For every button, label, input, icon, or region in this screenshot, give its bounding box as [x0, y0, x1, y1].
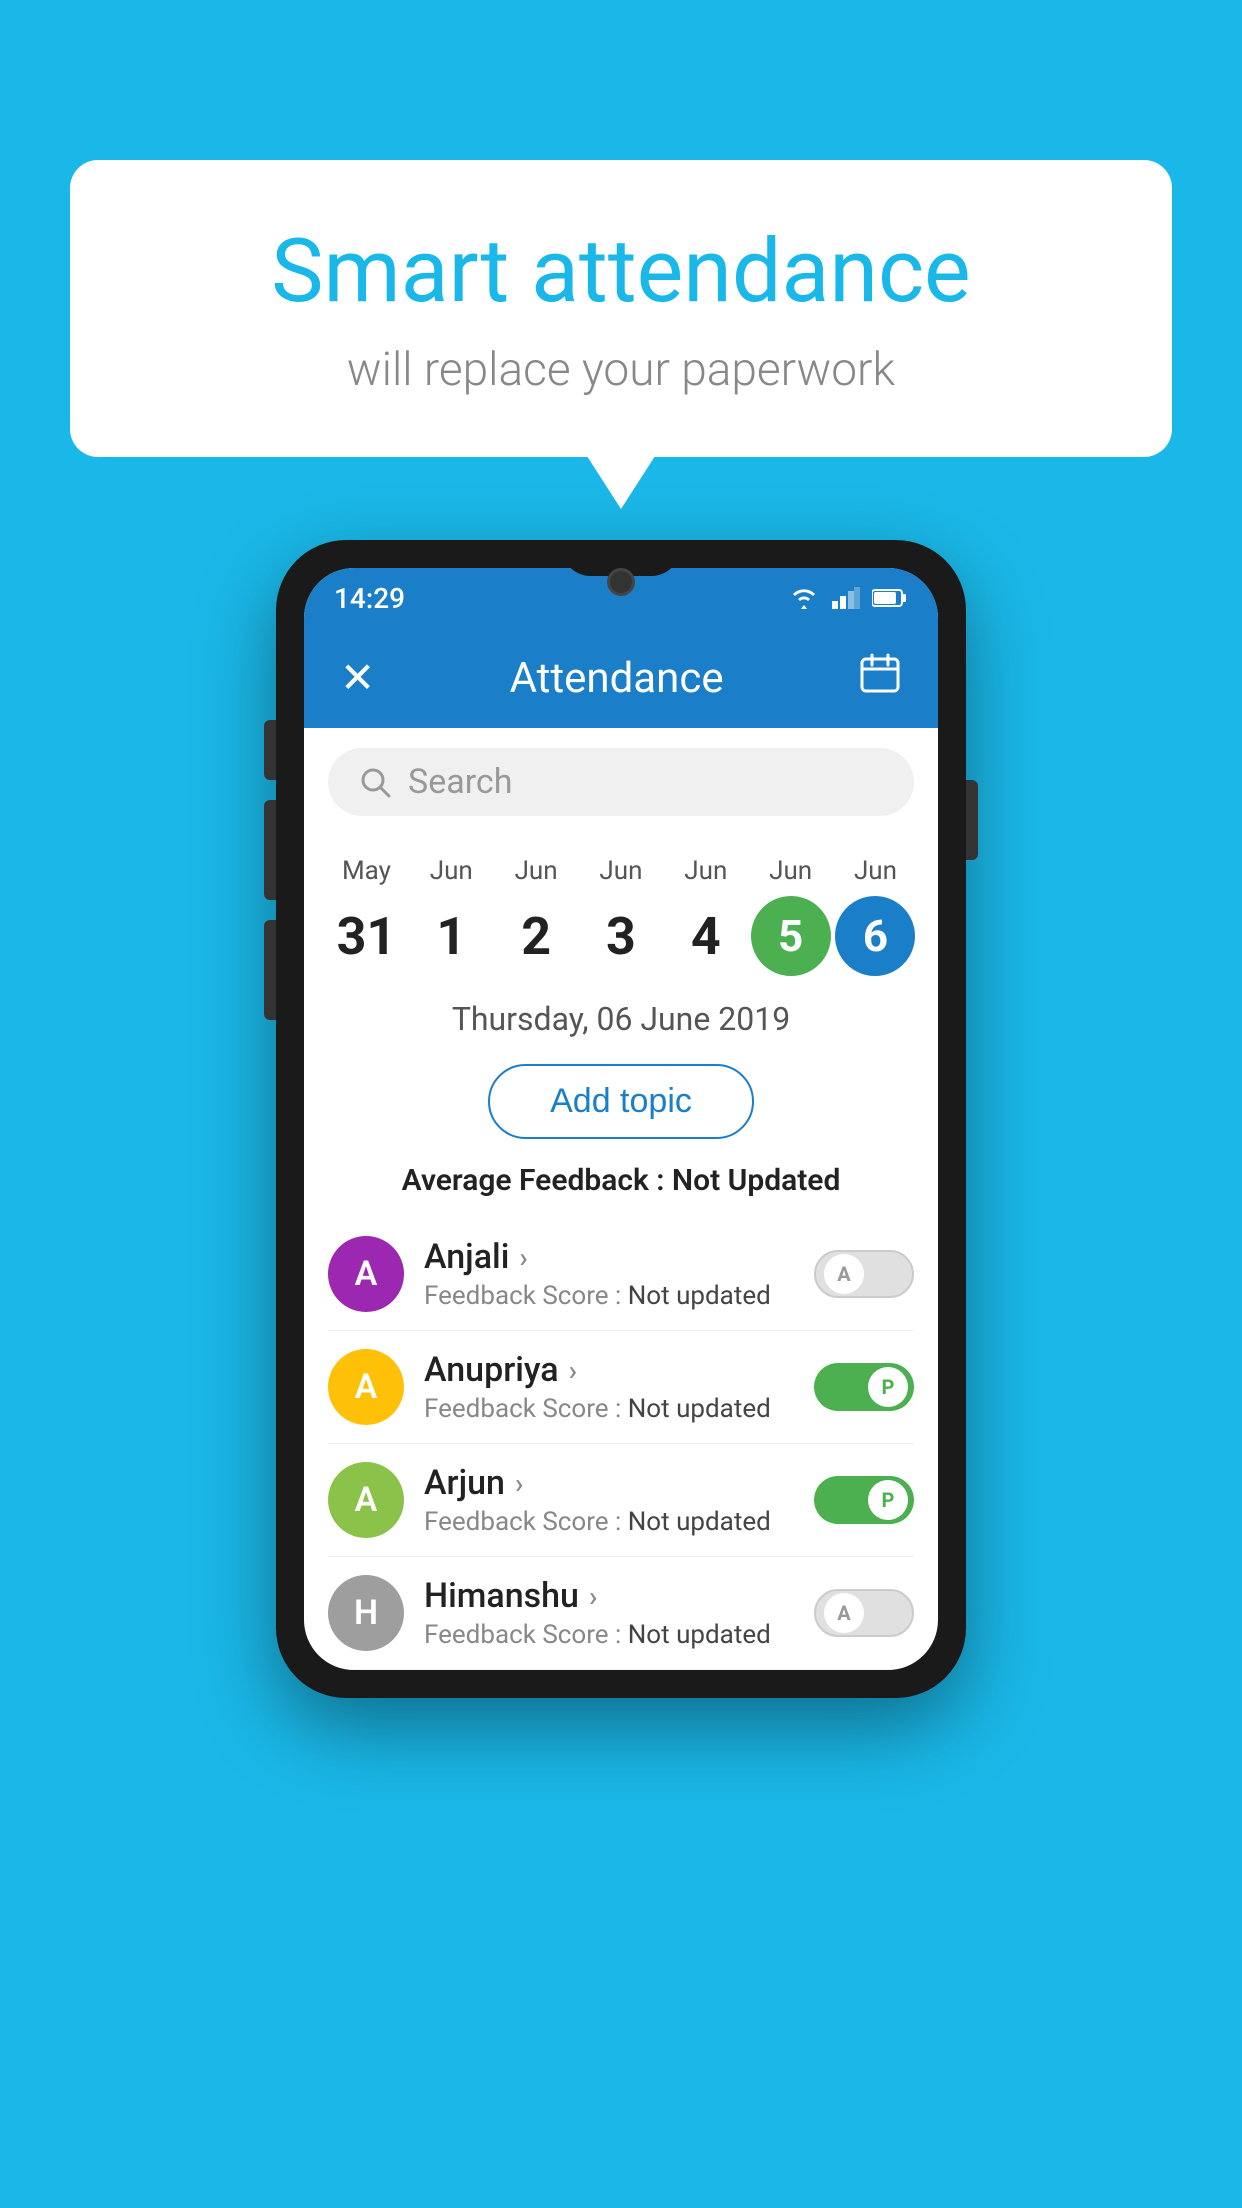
cal-date-6: 6: [835, 896, 915, 976]
student-item-2[interactable]: A Arjun › Feedback Score : Not updated P: [328, 1444, 914, 1557]
toggle-knob-2: P: [868, 1480, 908, 1520]
avg-feedback: Average Feedback : Not Updated: [304, 1159, 938, 1218]
calendar-day-1[interactable]: Jun 1: [411, 856, 491, 976]
cal-date-3: 3: [581, 896, 661, 976]
avg-feedback-label: Average Feedback :: [402, 1163, 665, 1198]
student-avatar-1: A: [328, 1349, 404, 1425]
student-score-1: Feedback Score : Not updated: [424, 1394, 794, 1424]
toggle-knob-1: P: [868, 1367, 908, 1407]
speech-bubble-container: Smart attendance will replace your paper…: [70, 160, 1172, 457]
student-score-0: Feedback Score : Not updated: [424, 1281, 794, 1311]
search-placeholder: Search: [408, 762, 512, 802]
cal-date-0: 31: [326, 896, 406, 976]
student-info-3: Himanshu › Feedback Score : Not updated: [424, 1576, 794, 1650]
cal-month-2: Jun: [515, 856, 558, 886]
score-value-0: Not updated: [628, 1281, 771, 1311]
avg-feedback-value: Not Updated: [672, 1163, 840, 1198]
app-bar-title: Attendance: [510, 654, 724, 703]
calendar-day-3[interactable]: Jun 3: [581, 856, 661, 976]
student-info-0: Anjali › Feedback Score : Not updated: [424, 1237, 794, 1311]
calendar-day-0[interactable]: May 31: [326, 856, 406, 976]
student-list: AAnjali ›Feedback Score : Not updatedAAA…: [304, 1218, 938, 1670]
cal-date-2: 2: [496, 896, 576, 976]
student-score-2: Feedback Score : Not updated: [424, 1507, 794, 1537]
chevron-icon-1: ›: [569, 1354, 577, 1387]
calendar-button[interactable]: [858, 651, 902, 706]
cal-month-1: Jun: [430, 856, 473, 886]
phone-frame: 14:29: [276, 540, 966, 1698]
cal-date-4: 4: [666, 896, 746, 976]
student-avatar-0: A: [328, 1236, 404, 1312]
speech-bubble-title: Smart attendance: [150, 220, 1092, 323]
student-name-2: Arjun ›: [424, 1463, 794, 1503]
student-score-3: Feedback Score : Not updated: [424, 1620, 794, 1650]
student-item-1[interactable]: A Anupriya › Feedback Score : Not updated P: [328, 1331, 914, 1444]
student-avatar-3: H: [328, 1575, 404, 1651]
score-value-3: Not updated: [628, 1620, 771, 1650]
chevron-icon-2: ›: [515, 1467, 523, 1500]
cal-date-1: 1: [411, 896, 491, 976]
calendar-strip: May 31 Jun 1 Jun 2 Jun 3 Jun 4 Jun 5 Jun 6: [304, 836, 938, 976]
battery-icon: [872, 588, 908, 608]
calendar-day-4[interactable]: Jun 4: [666, 856, 746, 976]
student-name-1: Anupriya ›: [424, 1350, 794, 1390]
phone-screen: 14:29: [304, 568, 938, 1670]
cal-month-5: Jun: [769, 856, 812, 886]
score-value-1: Not updated: [628, 1394, 771, 1424]
chevron-icon-3: ›: [589, 1580, 597, 1613]
attendance-toggle-1[interactable]: P: [814, 1363, 914, 1411]
student-avatar-2: A: [328, 1462, 404, 1538]
cal-month-3: Jun: [599, 856, 642, 886]
cal-month-4: Jun: [684, 856, 727, 886]
camera-notch: [607, 568, 635, 596]
attendance-toggle-3[interactable]: A: [814, 1589, 914, 1637]
chevron-icon-0: ›: [519, 1241, 527, 1274]
phone-container: 14:29: [276, 540, 966, 1698]
speech-bubble-subtitle: will replace your paperwork: [150, 343, 1092, 397]
calendar-day-6[interactable]: Jun 6: [835, 856, 915, 976]
cal-month-6: Jun: [854, 856, 897, 886]
calendar-day-5[interactable]: Jun 5: [751, 856, 831, 976]
volume-up-button: [264, 800, 276, 900]
attendance-toggle-0[interactable]: A: [814, 1250, 914, 1298]
search-icon: [358, 765, 392, 799]
cal-month-0: May: [342, 856, 391, 886]
calendar-day-2[interactable]: Jun 2: [496, 856, 576, 976]
signal-icon: [832, 587, 860, 609]
add-topic-button[interactable]: Add topic: [488, 1064, 754, 1139]
add-topic-container: Add topic: [304, 1054, 938, 1159]
student-name-3: Himanshu ›: [424, 1576, 794, 1616]
student-item-3[interactable]: H Himanshu › Feedback Score : Not updated A: [328, 1557, 914, 1670]
attendance-toggle-2[interactable]: P: [814, 1476, 914, 1524]
close-button[interactable]: ✕: [340, 653, 375, 703]
selected-date-label: Thursday, 06 June 2019: [304, 976, 938, 1054]
cal-date-5: 5: [751, 896, 831, 976]
status-icons: [788, 587, 908, 609]
volume-down-button: [264, 920, 276, 1020]
speech-bubble: Smart attendance will replace your paper…: [70, 160, 1172, 457]
search-bar[interactable]: Search: [328, 748, 914, 816]
power-button: [966, 780, 978, 860]
student-info-1: Anupriya › Feedback Score : Not updated: [424, 1350, 794, 1424]
student-name-0: Anjali ›: [424, 1237, 794, 1277]
status-time: 14:29: [334, 582, 405, 615]
student-info-2: Arjun › Feedback Score : Not updated: [424, 1463, 794, 1537]
wifi-icon: [788, 587, 820, 609]
toggle-knob-0: A: [824, 1254, 864, 1294]
student-item-0[interactable]: A Anjali › Feedback Score : Not updated A: [328, 1218, 914, 1331]
score-value-2: Not updated: [628, 1507, 771, 1537]
app-bar: ✕ Attendance: [304, 628, 938, 728]
toggle-knob-3: A: [824, 1593, 864, 1633]
silent-button: [264, 720, 276, 780]
